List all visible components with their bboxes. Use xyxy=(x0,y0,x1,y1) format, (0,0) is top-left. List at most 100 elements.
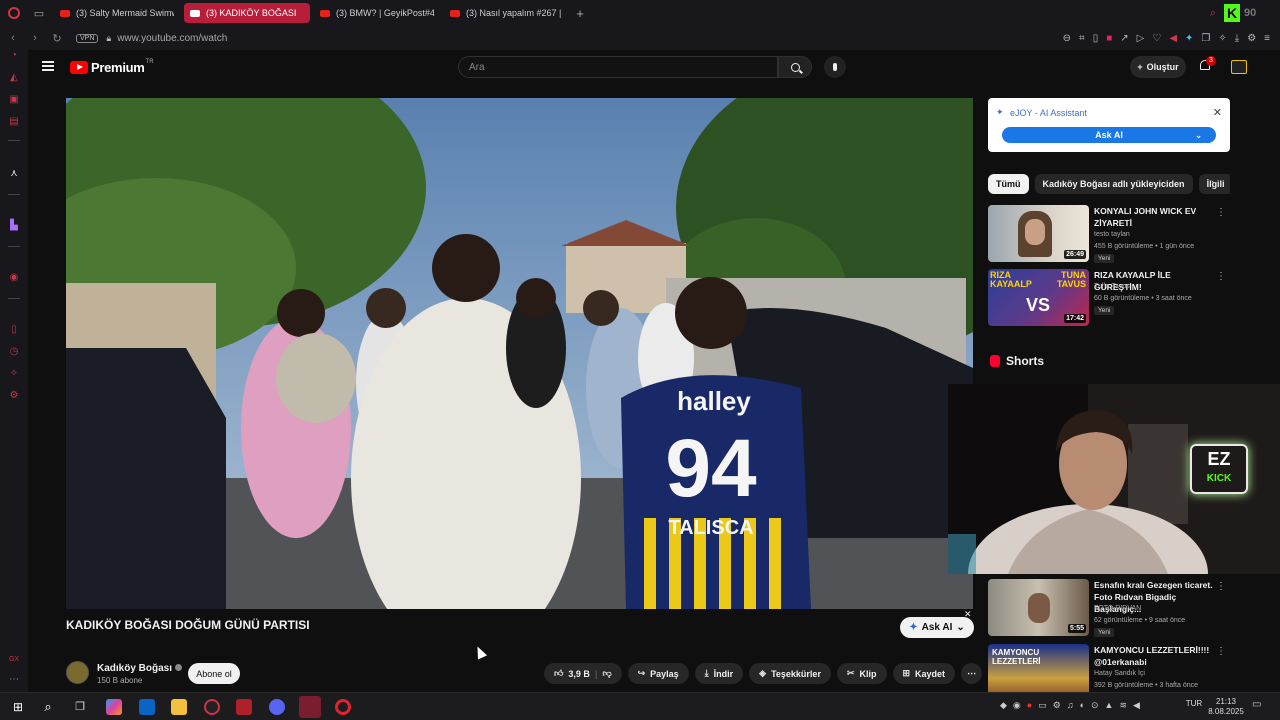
opera-gx-active-icon[interactable] xyxy=(299,696,321,718)
recommendation-item[interactable]: 26:49 KONYALI JOHN WICK EV ZİYARETİ test… xyxy=(988,205,1230,265)
tray-app-icon[interactable]: ◆ xyxy=(1000,700,1007,711)
settings-gear-icon[interactable]: ⚙ xyxy=(8,390,20,402)
recommendation-item[interactable]: RIZA KAYAALP TUNA TAVUS VS 17:42 RIZA KA… xyxy=(988,269,1230,329)
reload-icon[interactable]: ↻ xyxy=(48,32,66,45)
sound-icon[interactable]: ◀ xyxy=(1169,33,1177,44)
shield-icon[interactable]: ■ xyxy=(1106,33,1112,44)
share-icon[interactable]: ↗ xyxy=(1120,33,1128,44)
tray-app-icon[interactable]: ▭ xyxy=(1038,700,1047,711)
channel-avatar[interactable] xyxy=(66,661,89,684)
volume-icon[interactable]: ◀ xyxy=(1133,700,1140,711)
image-icon[interactable]: ▣ xyxy=(8,94,20,106)
back-icon[interactable]: ‹ xyxy=(4,32,22,44)
new-tab-plus-icon[interactable]: + xyxy=(570,6,590,21)
recommendation-item[interactable]: 5:55 Esnafın kralı Gezegen ticaret. Foto… xyxy=(988,579,1230,639)
video-player[interactable]: halley 94 TALISCA xyxy=(66,98,973,609)
share-button[interactable]: ↪ Paylaş xyxy=(627,663,689,684)
thanks-button[interactable]: ◈ Teşekkürler xyxy=(749,663,831,684)
chevron-right-icon[interactable]: › xyxy=(1211,177,1215,189)
tray-app-icon[interactable]: ⊙ xyxy=(1091,700,1099,711)
tab-kadikoy-bogasi[interactable]: (3) KADIKÖY BOĞASI xyxy=(184,3,310,23)
bookmarks-icon[interactable]: ▯ xyxy=(8,324,20,336)
extension-icon[interactable]: ✦ xyxy=(1185,33,1193,44)
search-tabs-icon[interactable]: ⌕ xyxy=(1210,7,1216,20)
opera-logo-icon[interactable] xyxy=(0,0,28,26)
input-language[interactable]: TUR xyxy=(1182,699,1206,708)
video-thumbnail[interactable]: 26:49 xyxy=(988,205,1089,262)
settings-icon[interactable]: ⚙ xyxy=(1247,33,1256,44)
history-icon[interactable]: ◷ xyxy=(8,346,20,358)
ask-ai-button[interactable]: ✦ Ask AI ⌄ xyxy=(900,617,974,638)
puzzle-icon[interactable]: ✧ xyxy=(1218,33,1226,44)
subscribe-button[interactable]: Abone ol xyxy=(188,663,240,684)
create-button[interactable]: + Oluştur xyxy=(1130,56,1186,78)
extensions-icon[interactable]: ✧ xyxy=(8,368,20,380)
more-icon[interactable]: ⋯ xyxy=(8,674,20,686)
wifi-icon[interactable]: ≋ xyxy=(1119,700,1127,711)
tab-menu-icon[interactable]: ▭ xyxy=(28,0,50,26)
more-vert-icon[interactable]: ⋮ xyxy=(1216,271,1226,282)
voice-search-button[interactable] xyxy=(824,56,846,78)
search-button[interactable] xyxy=(778,56,812,78)
discord-icon[interactable] xyxy=(269,699,285,715)
gx-icon[interactable]: GX xyxy=(8,654,20,666)
youtube-logo[interactable]: Premium TR xyxy=(70,59,154,75)
tab-nasil-yapalim[interactable]: (3) Nasıl yapalım #267 | K xyxy=(444,3,570,23)
video-thumbnail[interactable]: RIZA KAYAALP TUNA TAVUS VS 17:42 xyxy=(988,269,1089,326)
ejoy-ask-ai-button[interactable]: Ask AI ⌄ xyxy=(1002,127,1216,143)
clip-button[interactable]: ✂ Klip xyxy=(836,663,887,684)
tab-bmw-geyikpost[interactable]: (3) BMW? | GeyikPost#45 xyxy=(314,3,440,23)
copy-icon[interactable]: ❐ xyxy=(1201,33,1210,44)
outlook-icon[interactable] xyxy=(139,699,155,715)
system-clock[interactable]: 21:13 8.08.2025 xyxy=(1208,697,1244,717)
tab-salty-mermaid[interactable]: (3) Salty Mermaid Swimwe xyxy=(54,3,180,23)
tray-app-icon[interactable]: ◐ xyxy=(1080,700,1085,711)
account-avatar[interactable] xyxy=(1231,60,1247,74)
forward-icon[interactable]: › xyxy=(26,32,44,44)
tray-app-icon[interactable]: ⚙ xyxy=(1053,700,1061,711)
hamburger-menu-icon[interactable] xyxy=(42,61,54,71)
more-actions-button[interactable]: ⋯ xyxy=(961,663,983,684)
opera-icon[interactable] xyxy=(335,699,351,715)
flow-icon[interactable]: ◭ xyxy=(8,72,20,84)
more-vert-icon[interactable]: ⋮ xyxy=(1216,646,1226,657)
chip-all[interactable]: Tümü xyxy=(988,174,1029,194)
news-icon[interactable]: ▤ xyxy=(8,116,20,128)
twitch-icon[interactable]: ▙ xyxy=(8,220,20,232)
download-icon[interactable]: ⤓ xyxy=(1235,33,1239,44)
snapshot-icon[interactable]: ⌗ xyxy=(1079,33,1085,44)
more-vert-icon[interactable]: ⋮ xyxy=(1216,581,1226,592)
play-icon[interactable]: ▷ xyxy=(1137,33,1145,44)
thumbs-down-icon[interactable]: 👎︎ xyxy=(602,668,611,679)
chip-from-uploader[interactable]: Kadıköy Boğası adlı yükleyiciden xyxy=(1034,174,1193,194)
tray-app-icon[interactable]: ▲ xyxy=(1105,700,1114,711)
tray-app-icon[interactable]: ● xyxy=(1027,700,1032,711)
kick-badge[interactable]: K 90 xyxy=(1224,3,1270,23)
windows-start-icon[interactable]: ⊞ xyxy=(10,699,26,715)
video-thumbnail[interactable]: 5:55 xyxy=(988,579,1089,636)
channel-name[interactable]: Kadıköy Boğası xyxy=(97,663,183,674)
file-explorer-icon[interactable] xyxy=(171,699,187,715)
like-button[interactable]: 👍︎ 3,9 B | 👎︎ xyxy=(544,663,622,684)
download-button[interactable]: ⤓ İndir xyxy=(694,663,744,684)
save-button[interactable]: ⊞ Kaydet xyxy=(892,663,956,684)
tray-app-icon[interactable]: ◉ xyxy=(1013,700,1021,711)
heart-icon[interactable]: ♡ xyxy=(1152,33,1161,44)
bookmark-icon[interactable]: ▯ xyxy=(1093,33,1099,44)
lock-icon[interactable]: 🔒︎ xyxy=(106,33,111,44)
notifications-button[interactable]: 3 xyxy=(1198,56,1216,74)
close-icon[interactable]: ✕ xyxy=(1213,106,1222,119)
video-thumbnail[interactable]: KAMYONCU LEZZETLERİ xyxy=(988,644,1089,692)
more-vert-icon[interactable]: ⋮ xyxy=(1216,207,1226,218)
video-editor-icon[interactable] xyxy=(236,699,252,715)
copilot-icon[interactable] xyxy=(106,699,122,715)
vpn-badge[interactable]: VPN xyxy=(76,33,99,43)
notification-center-icon[interactable]: ▭ xyxy=(1252,699,1261,710)
player-icon[interactable]: ◉ xyxy=(8,272,20,284)
aria-icon[interactable]: ◔ xyxy=(8,50,20,62)
url-field[interactable]: www.youtube.com/watch xyxy=(117,33,227,44)
menu-icon[interactable]: ≡ xyxy=(1264,33,1270,44)
tray-app-icon[interactable]: ♫ xyxy=(1067,700,1074,711)
workspace-icon[interactable]: ⋏ xyxy=(8,168,20,180)
recommendation-item[interactable]: KAMYONCU LEZZETLERİ KAMYONCU LEZZETLERİ!… xyxy=(988,644,1230,692)
